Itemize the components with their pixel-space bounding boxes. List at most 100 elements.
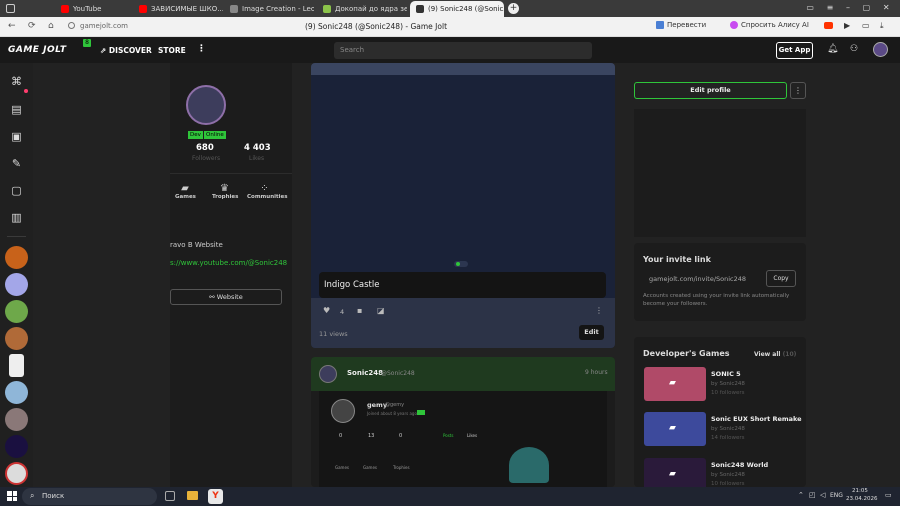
nav-trophies[interactable]: ♛ Trophies [212, 183, 239, 200]
tray-chevron-icon[interactable]: ⌃ [798, 491, 804, 499]
sidebar-community-1[interactable] [5, 246, 28, 269]
post-2-author[interactable]: Sonic248 [347, 369, 383, 377]
tab-video[interactable]: ЗАВИСИМЫЕ ШКО... [133, 1, 223, 17]
post-media[interactable] [311, 75, 615, 245]
website-button[interactable]: ⚯ Website [170, 289, 282, 305]
sticker-icon[interactable]: ◪ [377, 306, 385, 315]
bell-icon[interactable]: 🔔︎ [827, 44, 838, 54]
more-menu-icon[interactable]: ⋮ [197, 44, 206, 54]
bookmark-icon[interactable]: ▭ [806, 3, 814, 14]
volume-icon[interactable]: ◁ [820, 491, 825, 499]
communities-icon: ⁘ [260, 183, 269, 194]
sidebar-community-3[interactable] [5, 300, 28, 323]
nav-trophies-label: Trophies [212, 194, 239, 200]
browser-tab-bar: YouTube ЗАВИСИМЫЕ ШКО... Image Creation … [0, 0, 900, 17]
explorer-icon[interactable] [187, 491, 198, 500]
clock-date[interactable]: 23.04.2026 [846, 496, 878, 502]
sidebar-community-6[interactable] [5, 381, 28, 404]
post-card-2: Sonic248 @Sonic248 9 hours gemy @gemy Jo… [311, 357, 615, 487]
game-item[interactable]: ▰ Sonic248 World by Sonic248 10 follower… [644, 458, 804, 487]
get-app-button[interactable]: Get App [776, 42, 813, 59]
edit-profile-button[interactable]: Edit profile [634, 82, 787, 99]
sidebar-library-icon[interactable]: ▥ [7, 208, 26, 227]
tab-gamejolt[interactable]: (9) Sonic248 (@Sonic248) ... [410, 1, 504, 17]
embed-card[interactable]: gemy @gemy Joined about 8 years ago 0 13… [319, 391, 607, 487]
search-input[interactable]: Search [334, 42, 592, 59]
alice-button[interactable]: Спросить Алису AI [730, 21, 809, 29]
screen-icon[interactable]: ▭ [862, 21, 870, 30]
embed-sub: Joined about 8 years ago [367, 411, 417, 416]
dev-games-title: Developer's Games [643, 349, 730, 358]
translate-button[interactable]: Перевести [656, 21, 706, 29]
nav-communities[interactable]: ⁘ Communities [247, 183, 288, 200]
url-text[interactable]: gamejolt.com [80, 22, 128, 30]
game-item[interactable]: ▰ Sonic EUX Short Remake by Sonic248 14 … [644, 412, 804, 448]
user-avatar[interactable] [873, 42, 888, 57]
yandex-browser-icon[interactable]: Y [208, 489, 223, 504]
store-link[interactable]: STORE [158, 46, 186, 55]
language-indicator[interactable]: ENG [830, 492, 843, 499]
comment-icon[interactable]: ▪ [357, 306, 362, 315]
taskbar-search[interactable]: ⌕ Поиск [22, 488, 157, 505]
edit-post-button[interactable]: Edit [579, 325, 604, 340]
browser-menu-icon[interactable] [6, 4, 15, 13]
refresh-icon[interactable]: ⟳ [28, 21, 36, 31]
discover-link[interactable]: ⇗ DISCOVER [100, 46, 152, 55]
windows-taskbar: ⌕ Поиск Y ⌃ ◰ ◁ ENG 21:05 23.04.2026 ▭ [0, 487, 900, 506]
copy-button[interactable]: Copy [766, 270, 796, 287]
maximize-icon[interactable]: ▢ [863, 3, 871, 14]
post-2-time: 9 hours [585, 369, 608, 376]
sidebar-community-5[interactable] [9, 354, 24, 377]
new-tab-button[interactable]: + [508, 3, 519, 14]
nav-games[interactable]: ▰ Games [175, 183, 196, 200]
gamejolt-logo[interactable]: GAME JOLT [8, 45, 66, 55]
like-icon[interactable]: ♥ [323, 306, 330, 315]
close-icon[interactable]: ✕ [883, 3, 890, 14]
back-icon[interactable]: ← [8, 21, 16, 31]
profile-menu-button[interactable]: ⋮ [790, 82, 806, 99]
sidebar-chat-icon[interactable]: ▢ [7, 181, 26, 200]
home-icon[interactable]: ⌂ [48, 21, 54, 31]
taskview-icon[interactable] [165, 491, 175, 501]
post-2-avatar[interactable] [319, 365, 337, 383]
game-item[interactable]: ▰ SONIC 5 by Sonic248 10 followers [644, 367, 804, 403]
main-content: Dev Online 680 Followers 4 403 Likes ▰ G… [33, 63, 900, 487]
sidebar-community-4[interactable] [5, 327, 28, 350]
invite-panel: Your invite link gamejolt.com/invite/Son… [634, 243, 806, 321]
media-pager[interactable] [454, 261, 468, 267]
friends-icon[interactable]: ⚇ [850, 44, 858, 54]
download-icon[interactable]: ⤓ [880, 21, 884, 31]
notifications-icon[interactable]: ▭ [885, 491, 892, 499]
likes-count[interactable]: 4 403 [244, 143, 271, 153]
sidebar-backpack-icon[interactable]: ▣ [7, 127, 26, 146]
menu-icon[interactable]: ≡ [827, 3, 834, 14]
clock-time[interactable]: 21:05 [852, 488, 868, 494]
youtube-ext-icon[interactable] [824, 22, 833, 29]
site-info-icon[interactable] [68, 22, 75, 29]
online-tag: Online [204, 131, 226, 139]
post-menu-icon[interactable]: ⋮ [595, 306, 603, 315]
likes-label: Likes [249, 155, 265, 162]
play-ext-icon[interactable]: ▶ [844, 21, 850, 30]
post-card-1: Indigo Castle ♥ 4 ▪ ◪ ⋮ 11 views Edit [311, 63, 615, 348]
tab-leonardo[interactable]: Image Creation - Leonard... [224, 1, 314, 17]
sidebar-community-2[interactable] [5, 273, 28, 296]
link-url[interactable]: s://www.youtube.com/@Sonic248 [170, 259, 287, 267]
followers-count[interactable]: 680 [196, 143, 214, 153]
post-title-box[interactable]: Indigo Castle [319, 272, 606, 298]
game-by: by Sonic248 [711, 381, 745, 387]
game-by: by Sonic248 [711, 426, 745, 432]
sidebar-home-icon[interactable]: ⌘ [7, 72, 26, 91]
view-all-link[interactable]: View all (10) [754, 351, 796, 358]
left-sidebar: ⌘ ▤ ▣ ✎ ▢ ▥ [0, 63, 33, 487]
sidebar-community-9[interactable] [5, 462, 28, 485]
start-icon[interactable] [7, 491, 17, 501]
sidebar-edit-icon[interactable]: ✎ [7, 154, 26, 173]
tab-game[interactable]: Докопай до ядра земли... [317, 1, 407, 17]
sidebar-store-icon[interactable]: ▤ [7, 100, 26, 119]
minimize-icon[interactable]: – [846, 3, 850, 14]
network-icon[interactable]: ◰ [809, 491, 816, 499]
sidebar-community-8[interactable] [5, 435, 28, 458]
sidebar-community-7[interactable] [5, 408, 28, 431]
invite-url[interactable]: gamejolt.com/invite/Sonic248 [649, 275, 746, 283]
